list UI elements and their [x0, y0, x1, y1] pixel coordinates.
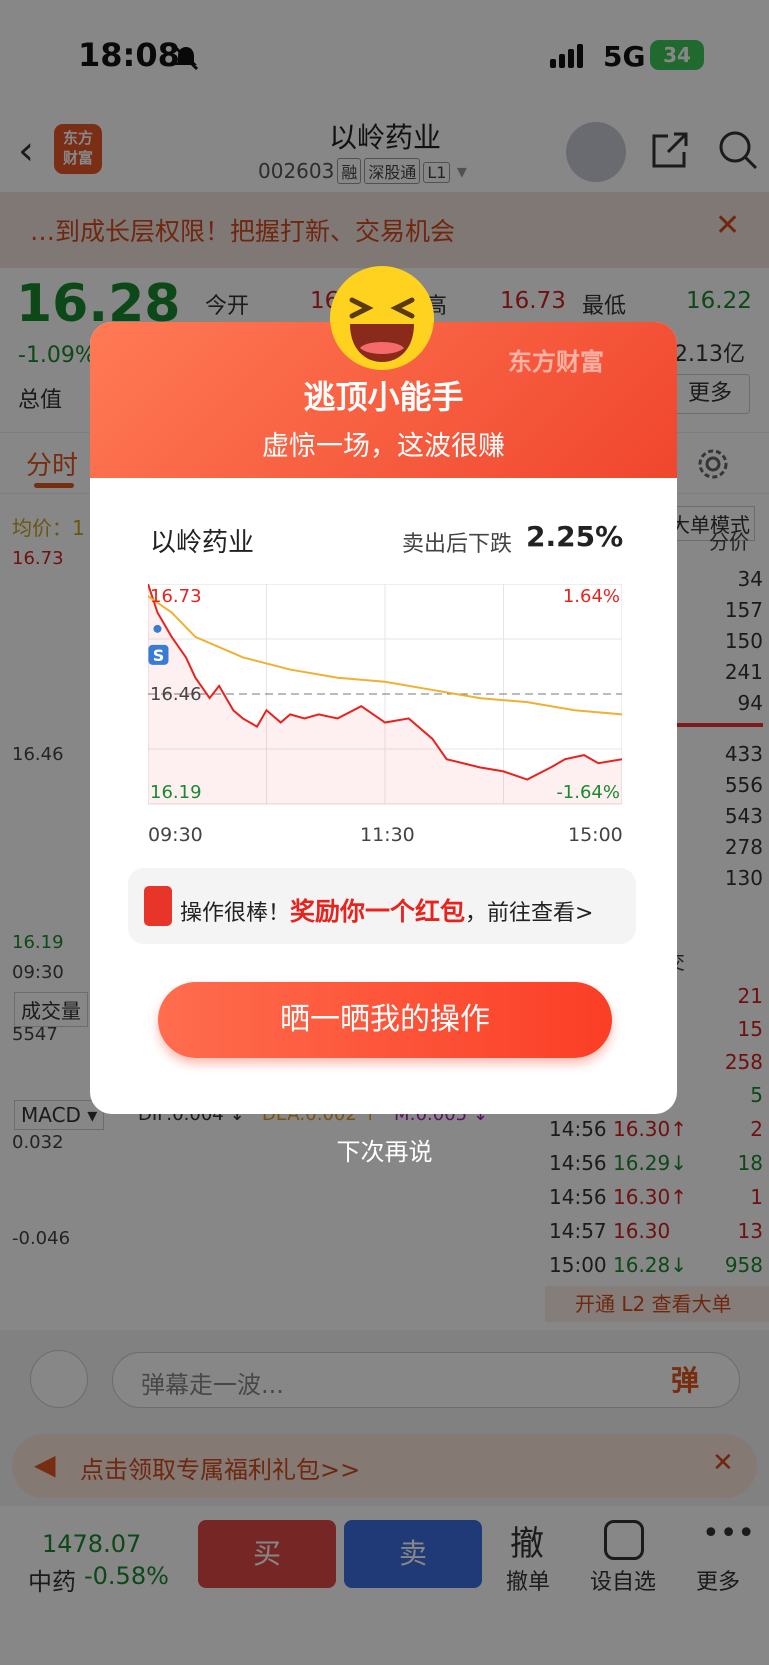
- fall-percent: 2.25%: [526, 520, 624, 553]
- sell-point: [153, 624, 162, 633]
- x-tick: 09:30: [148, 824, 203, 846]
- red-envelope-icon: [144, 886, 172, 926]
- modal-title: 逃顶小能手: [303, 378, 464, 416]
- reward-bar[interactable]: 操作很棒！奖励你一个红包，前往查看>: [128, 868, 636, 944]
- laughing-emoji-icon: [330, 266, 434, 370]
- pct-label-bottom: -1.64%: [556, 782, 620, 803]
- share-operation-button[interactable]: 晒一晒我的操作: [158, 982, 612, 1058]
- reward-text: 操作很棒！奖励你一个红包，前往查看>: [180, 897, 594, 926]
- y-label-top: 16.73: [150, 586, 202, 607]
- price-chart: S 16.73 16.46 16.19 1.64% -1.64%: [148, 584, 622, 805]
- pct-label-top: 1.64%: [563, 586, 620, 607]
- skip-button[interactable]: 下次再说: [0, 1132, 769, 1167]
- reward-modal: 东方财富 逃顶小能手 虚惊一场，这波很赚 以岭药业 卖出后下跌 2.25% S1…: [90, 322, 677, 1114]
- y-label-bottom: 16.19: [150, 782, 202, 803]
- y-label-mid: 16.46: [150, 684, 202, 705]
- modal-subtitle: 虚惊一场，这波很赚: [262, 431, 505, 462]
- sell-marker-label: S: [153, 646, 165, 665]
- modal-stock-name: 以岭药业: [150, 528, 255, 558]
- x-tick: 15:00: [568, 824, 623, 846]
- fall-label: 卖出后下跌: [402, 532, 513, 557]
- x-tick: 11:30: [360, 824, 415, 846]
